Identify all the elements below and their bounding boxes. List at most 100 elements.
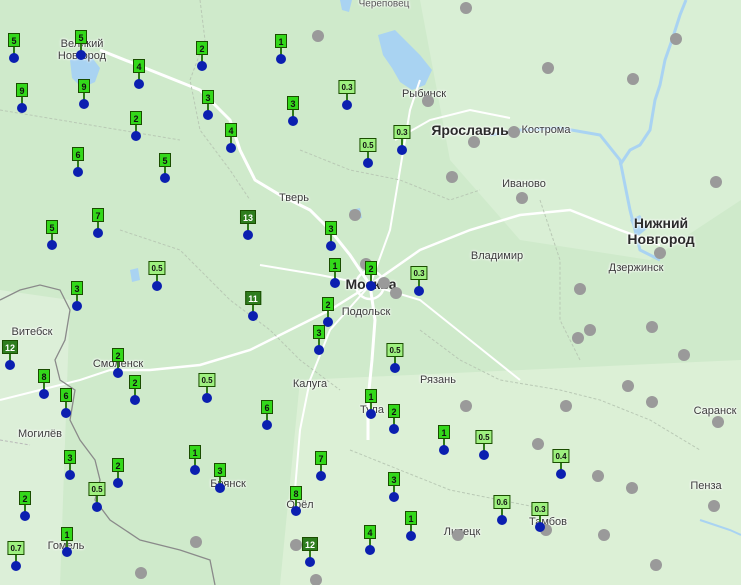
measurement-marker[interactable]: 0.5 bbox=[195, 373, 219, 403]
measurement-marker[interactable]: 13 bbox=[236, 210, 260, 240]
measurement-marker[interactable]: 3 bbox=[382, 472, 406, 502]
measurement-marker[interactable]: 0.3 bbox=[528, 502, 552, 532]
measurement-marker[interactable]: 3 bbox=[281, 96, 305, 126]
measurement-marker[interactable]: 6 bbox=[54, 388, 78, 418]
station-dot[interactable] bbox=[654, 247, 666, 259]
station-dot[interactable] bbox=[678, 349, 690, 361]
station-dot[interactable] bbox=[422, 95, 434, 107]
measurement-marker[interactable]: 0.3 bbox=[407, 266, 431, 296]
station-dot[interactable] bbox=[626, 482, 638, 494]
measurement-marker[interactable]: 2 bbox=[13, 491, 37, 521]
station-dot[interactable] bbox=[190, 536, 202, 548]
station-dot[interactable] bbox=[572, 332, 584, 344]
measurement-marker[interactable]: 5 bbox=[40, 220, 64, 250]
station-dot[interactable] bbox=[584, 324, 596, 336]
station-dot[interactable] bbox=[646, 321, 658, 333]
station-dot[interactable] bbox=[592, 470, 604, 482]
measurement-marker[interactable]: 1 bbox=[399, 511, 423, 541]
station-dot[interactable] bbox=[349, 209, 361, 221]
measurement-marker[interactable]: 5 bbox=[153, 153, 177, 183]
measurement-marker[interactable]: 12 bbox=[298, 537, 322, 567]
measurement-marker[interactable]: 0.3 bbox=[390, 125, 414, 155]
station-dot[interactable] bbox=[460, 400, 472, 412]
station-dot[interactable] bbox=[670, 33, 682, 45]
measurement-marker[interactable]: 0.3 bbox=[335, 80, 359, 110]
measurement-marker[interactable]: 4 bbox=[127, 59, 151, 89]
measurement-marker[interactable]: 7 bbox=[309, 451, 333, 481]
measurement-marker[interactable]: 5 bbox=[2, 33, 26, 63]
measurement-marker[interactable]: 2 bbox=[190, 41, 214, 71]
station-dot[interactable] bbox=[622, 380, 634, 392]
measurement-marker[interactable]: 0.5 bbox=[145, 261, 169, 291]
measurement-marker[interactable]: 12 bbox=[0, 340, 22, 370]
marker-value-badge: 2 bbox=[129, 375, 141, 389]
measurement-marker[interactable]: 5 bbox=[69, 30, 93, 60]
measurement-marker[interactable]: 1 bbox=[269, 34, 293, 64]
station-dot[interactable] bbox=[452, 529, 464, 541]
measurement-marker[interactable]: 2 bbox=[124, 111, 148, 141]
marker-value-badge: 6 bbox=[72, 147, 84, 161]
measurement-marker[interactable]: 11 bbox=[241, 291, 265, 321]
station-dot[interactable] bbox=[508, 126, 520, 138]
measurement-marker[interactable]: 0.5 bbox=[85, 482, 109, 512]
station-dot[interactable] bbox=[598, 529, 610, 541]
measurement-marker[interactable]: 2 bbox=[123, 375, 147, 405]
station-dot[interactable] bbox=[516, 192, 528, 204]
measurement-marker[interactable]: 9 bbox=[72, 79, 96, 109]
measurement-marker[interactable]: 0.6 bbox=[490, 495, 514, 525]
station-dot[interactable] bbox=[312, 30, 324, 42]
station-dot[interactable] bbox=[135, 567, 147, 579]
station-dot[interactable] bbox=[460, 2, 472, 14]
station-dot[interactable] bbox=[532, 438, 544, 450]
measurement-marker[interactable]: 3 bbox=[58, 450, 82, 480]
station-dot[interactable] bbox=[560, 400, 572, 412]
measurement-marker[interactable]: 0.7 bbox=[4, 541, 28, 571]
station-dot[interactable] bbox=[627, 73, 639, 85]
measurement-marker[interactable]: 3 bbox=[65, 281, 89, 311]
measurement-marker[interactable]: 3 bbox=[208, 463, 232, 493]
measurement-marker[interactable]: 8 bbox=[284, 486, 308, 516]
station-dot[interactable] bbox=[310, 574, 322, 585]
marker-value-badge: 3 bbox=[202, 90, 214, 104]
measurement-marker[interactable]: 2 bbox=[106, 348, 130, 378]
measurement-marker[interactable]: 1 bbox=[359, 389, 383, 419]
measurement-marker[interactable]: 8 bbox=[32, 369, 56, 399]
measurement-marker[interactable]: 0.5 bbox=[356, 138, 380, 168]
station-dot[interactable] bbox=[542, 62, 554, 74]
measurement-marker[interactable]: 6 bbox=[66, 147, 90, 177]
measurement-marker[interactable]: 1 bbox=[432, 425, 456, 455]
measurement-marker[interactable]: 0.5 bbox=[383, 343, 407, 373]
station-dot[interactable] bbox=[646, 396, 658, 408]
measurement-marker[interactable]: 2 bbox=[316, 297, 340, 327]
marker-value-badge: 3 bbox=[214, 463, 226, 477]
measurement-marker[interactable]: 9 bbox=[10, 83, 34, 113]
station-dot[interactable] bbox=[446, 171, 458, 183]
measurement-marker[interactable]: 3 bbox=[196, 90, 220, 120]
measurement-marker[interactable]: 2 bbox=[359, 261, 383, 291]
measurement-marker[interactable]: 2 bbox=[382, 404, 406, 434]
measurement-marker[interactable]: 4 bbox=[358, 525, 382, 555]
marker-location-dot bbox=[93, 228, 103, 238]
station-dot[interactable] bbox=[574, 283, 586, 295]
measurement-marker[interactable]: 7 bbox=[86, 208, 110, 238]
measurement-marker[interactable]: 0.4 bbox=[549, 449, 573, 479]
measurement-marker[interactable]: 0.5 bbox=[472, 430, 496, 460]
measurement-marker[interactable]: 4 bbox=[219, 123, 243, 153]
station-dot[interactable] bbox=[390, 287, 402, 299]
station-dot[interactable] bbox=[710, 176, 722, 188]
marker-value-badge: 0.3 bbox=[531, 502, 549, 516]
station-dot[interactable] bbox=[712, 416, 724, 428]
measurement-marker[interactable]: 6 bbox=[255, 400, 279, 430]
measurement-marker[interactable]: 2 bbox=[106, 458, 130, 488]
measurement-marker[interactable]: 3 bbox=[319, 221, 343, 251]
measurement-marker[interactable]: 1 bbox=[55, 527, 79, 557]
map[interactable]: ЧереповецВеликийНовгородРыбинскЯрославль… bbox=[0, 0, 741, 585]
measurement-marker[interactable]: 1 bbox=[323, 258, 347, 288]
measurement-marker[interactable]: 3 bbox=[307, 325, 331, 355]
station-dot[interactable] bbox=[650, 559, 662, 571]
measurement-marker[interactable]: 1 bbox=[183, 445, 207, 475]
marker-location-dot bbox=[61, 408, 71, 418]
station-dot[interactable] bbox=[708, 500, 720, 512]
station-dot[interactable] bbox=[468, 136, 480, 148]
city-label: Саранск bbox=[693, 405, 737, 417]
